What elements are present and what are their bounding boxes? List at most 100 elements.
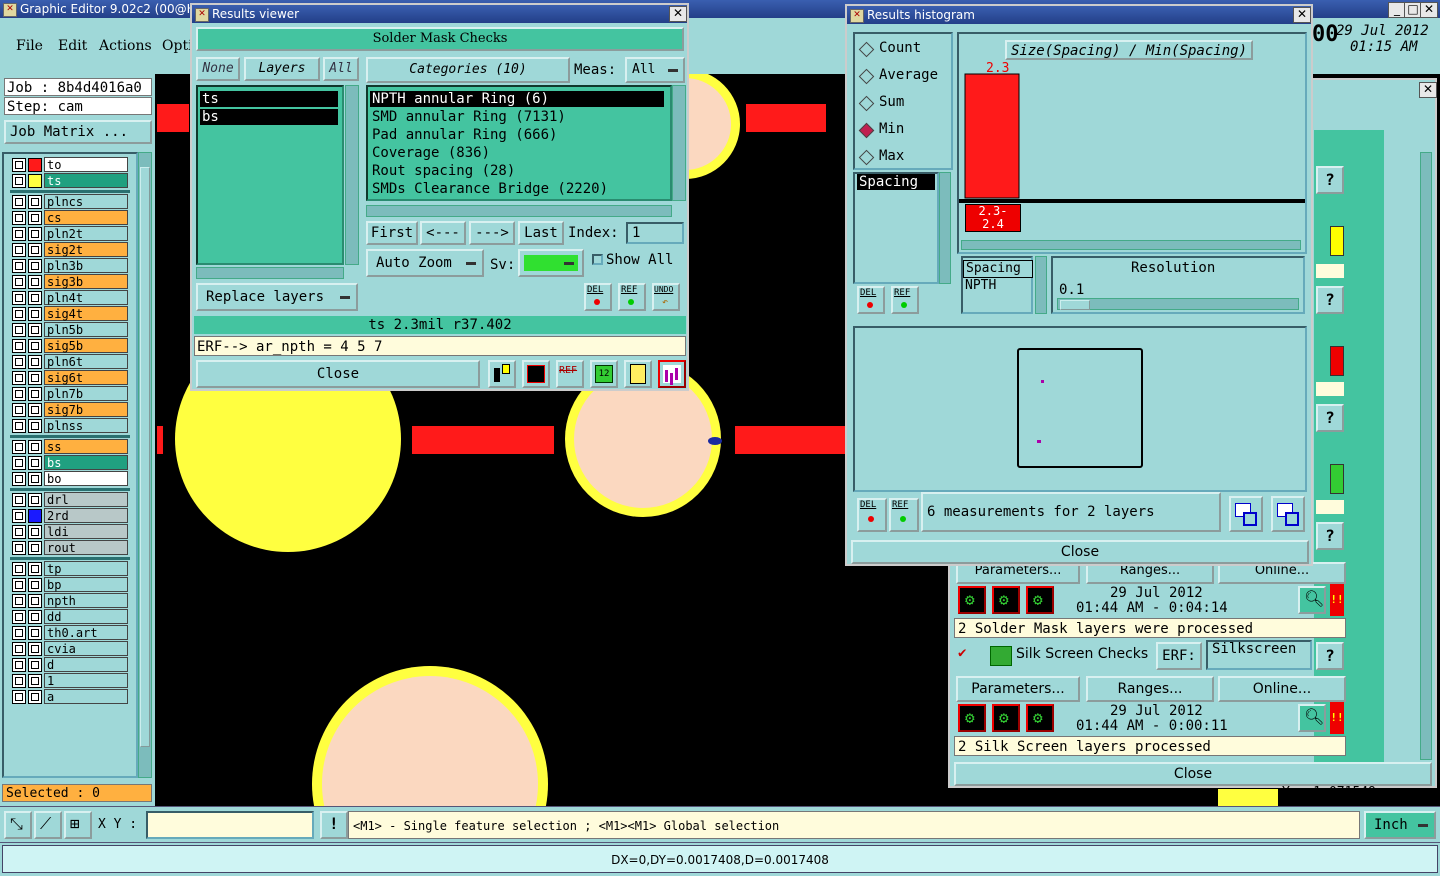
metric-list-item[interactable]: Spacing [857, 174, 935, 190]
layer-display-checkbox[interactable] [12, 493, 26, 507]
layer-display-checkbox[interactable] [12, 243, 26, 257]
layer-name[interactable]: rout [44, 540, 128, 555]
del-button[interactable]: DEL [584, 283, 612, 311]
layer-color-swatch[interactable] [28, 525, 42, 539]
layer-list-item[interactable]: ts [200, 91, 338, 107]
layer-color-swatch[interactable] [28, 227, 42, 241]
layer-display-checkbox[interactable] [12, 174, 26, 188]
layer-name[interactable]: pln2t [44, 226, 128, 241]
run-icon-button[interactable]: ⚙ [958, 586, 986, 614]
menu-file[interactable]: File [16, 38, 43, 54]
layer-color-swatch[interactable] [28, 493, 42, 507]
index-input[interactable]: 1 [626, 222, 684, 244]
layer-color-swatch[interactable] [28, 195, 42, 209]
layer-list-scrollbar[interactable] [138, 152, 152, 778]
layer-display-checkbox[interactable] [12, 371, 26, 385]
erf-field[interactable]: Silkscreen [1206, 640, 1312, 670]
last-button[interactable]: Last [518, 221, 564, 245]
layer-color-swatch[interactable] [28, 291, 42, 305]
layer-name[interactable]: pln5b [44, 322, 128, 337]
layer-name[interactable]: sig2t [44, 242, 128, 257]
units-dropdown[interactable]: Inch [1364, 811, 1436, 839]
layer-display-checkbox[interactable] [12, 456, 26, 470]
layer-name[interactable]: cs [44, 210, 128, 225]
layer-name[interactable]: sig5b [44, 338, 128, 353]
layer-display-checkbox[interactable] [12, 403, 26, 417]
snap-grid-button[interactable]: ⊞ [64, 811, 92, 839]
layer-color-swatch[interactable] [28, 323, 42, 337]
layer-row[interactable]: plnss [12, 418, 128, 433]
layer-name[interactable]: pln3b [44, 258, 128, 273]
layer-list-item[interactable]: bs [200, 109, 338, 125]
layer-display-checkbox[interactable] [12, 541, 26, 555]
chart-icon-button[interactable] [658, 360, 686, 388]
layer-name[interactable]: pln4t [44, 290, 128, 305]
run-icon-button[interactable]: ⚙ [1026, 586, 1054, 614]
measure-tool-button[interactable]: ⟋ [34, 811, 62, 839]
layer-display-checkbox[interactable] [12, 259, 26, 273]
layer-color-swatch[interactable] [28, 339, 42, 353]
layer-color-swatch[interactable] [28, 174, 42, 188]
layer-row[interactable]: dd [12, 609, 128, 624]
histogram-bar[interactable] [964, 73, 1020, 199]
layer-color-swatch[interactable] [28, 642, 42, 656]
layer-name[interactable]: drl [44, 492, 128, 507]
layer-row[interactable]: bs [12, 455, 128, 470]
ss-check[interactable]: ✔ [958, 646, 972, 660]
layer-display-checkbox[interactable] [12, 158, 26, 172]
layer-display-checkbox[interactable] [12, 323, 26, 337]
layer-display-checkbox[interactable] [12, 227, 26, 241]
layer-display-checkbox[interactable] [12, 642, 26, 656]
menu-options[interactable]: Opti [162, 38, 193, 54]
import-icon-button[interactable] [1271, 496, 1305, 532]
category-list-item[interactable]: Pad annular Ring (666) [370, 127, 664, 143]
layer-color-swatch[interactable] [28, 562, 42, 576]
chart-hscroll[interactable] [961, 240, 1301, 250]
layer-color-swatch[interactable] [28, 541, 42, 555]
sv-color-dropdown[interactable] [518, 249, 584, 277]
layer-display-checkbox[interactable] [12, 578, 26, 592]
layer-row[interactable]: sig6t [12, 370, 128, 385]
layer-row[interactable]: sig7b [12, 402, 128, 417]
radio-min[interactable]: Min [858, 121, 949, 139]
resolution-slider[interactable] [1057, 298, 1299, 310]
del-button[interactable]: DEL [857, 498, 887, 532]
ref-button[interactable]: REF [891, 286, 919, 314]
layer-name[interactable]: pln6t [44, 354, 128, 369]
layer-row[interactable]: pln2t [12, 226, 128, 241]
layer-display-checkbox[interactable] [12, 339, 26, 353]
spacing-list-item[interactable]: NPTH [965, 278, 996, 293]
run-icon-button[interactable]: ⚙ [1026, 704, 1054, 732]
histogram-icon-button[interactable] [488, 360, 516, 388]
help-button[interactable]: ? [1316, 522, 1344, 550]
layers-hscroll[interactable] [196, 267, 344, 279]
layer-name[interactable]: bp [44, 577, 128, 592]
slider-thumb[interactable] [1060, 300, 1090, 310]
close-icon[interactable]: ✕ [1293, 7, 1311, 23]
layer-row[interactable]: tp [12, 561, 128, 576]
layer-color-swatch[interactable] [28, 456, 42, 470]
layer-display-checkbox[interactable] [12, 195, 26, 209]
layer-color-swatch[interactable] [28, 690, 42, 704]
layer-color-swatch[interactable] [28, 355, 42, 369]
spacing-list-item[interactable]: Spacing [963, 260, 1033, 278]
categories-hscroll[interactable] [366, 205, 672, 217]
layer-name[interactable]: 1 [44, 673, 128, 688]
zoom-icon-button[interactable]: 🔍︎ [1298, 586, 1326, 614]
zoom-fit-button[interactable]: ⤡ [4, 811, 32, 839]
histogram-close-button[interactable]: Close [851, 540, 1309, 564]
layer-color-swatch[interactable] [28, 259, 42, 273]
layer-row[interactable]: cvia [12, 641, 128, 656]
layer-name[interactable]: ts [44, 173, 128, 188]
layer-row[interactable]: ✎sig4t [12, 306, 128, 321]
layer-row[interactable]: pln7b [12, 386, 128, 401]
radio-max[interactable]: Max [858, 148, 949, 166]
info-button[interactable]: ! [320, 811, 348, 839]
layer-name[interactable]: ldi [44, 524, 128, 539]
layer-row[interactable]: pln6t [12, 354, 128, 369]
meas-dropdown[interactable]: All [625, 57, 685, 83]
layer-row[interactable]: cs [12, 210, 128, 225]
layer-name[interactable]: plncs [44, 194, 128, 209]
layer-display-checkbox[interactable] [12, 525, 26, 539]
layer-row[interactable]: drl [12, 492, 128, 507]
